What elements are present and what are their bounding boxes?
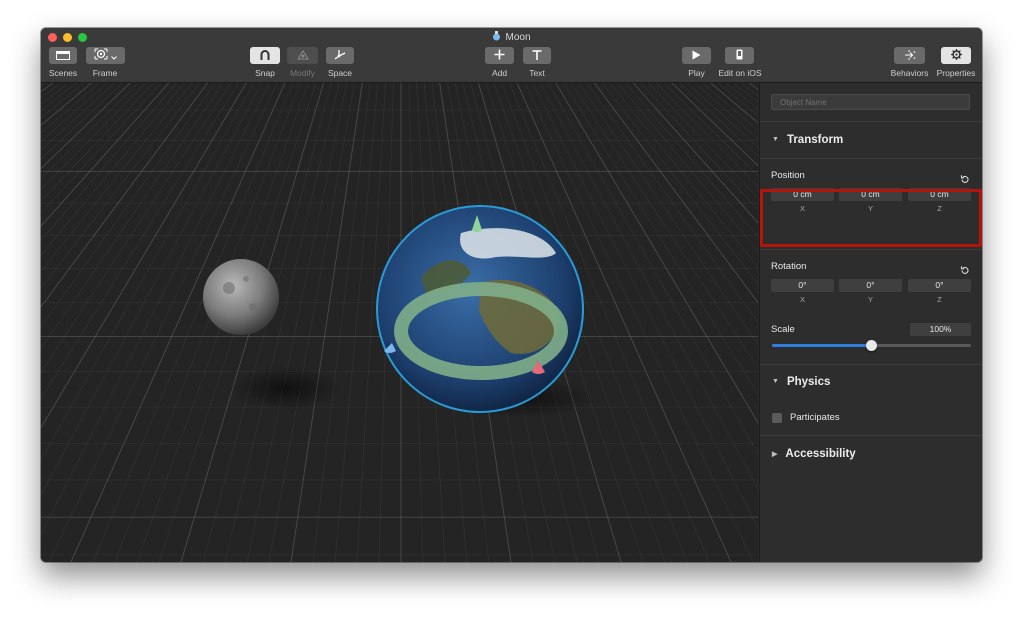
position-highlight-box: [760, 189, 982, 247]
scene-canvas[interactable]: [41, 83, 758, 562]
plus-icon: [494, 47, 505, 65]
behaviors-icon: [904, 47, 916, 65]
rotation-z-axis-label: Z: [937, 295, 942, 304]
window-title-text: Moon: [505, 32, 531, 44]
play-icon: [692, 47, 701, 65]
sidebar-icon: [56, 47, 70, 65]
divider: [760, 435, 982, 436]
divider: [760, 249, 982, 250]
scale-slider-fill: [772, 344, 872, 347]
play-label: Play: [688, 68, 705, 78]
text-icon: [532, 47, 542, 65]
moon-shadow: [231, 366, 341, 410]
scale-slider-knob[interactable]: [866, 340, 877, 351]
position-label: Position: [771, 170, 805, 181]
modify-button[interactable]: [287, 47, 318, 64]
behaviors-button[interactable]: [894, 47, 925, 64]
modify-icon: [296, 47, 309, 65]
rotation-y-field[interactable]: 0°: [839, 279, 902, 292]
transform-title: Transform: [786, 134, 844, 146]
moon-sphere[interactable]: [203, 259, 279, 335]
magnet-icon: [260, 47, 270, 65]
moon-crater: [223, 282, 235, 294]
rotation-y-axis-label: Y: [867, 295, 873, 304]
physics-section-header[interactable]: ▼ Physics: [772, 376, 830, 388]
add-label: Add: [491, 68, 508, 78]
scenes-button[interactable]: [49, 47, 77, 64]
object-name-input[interactable]: Object Name: [771, 94, 970, 110]
play-button[interactable]: [682, 47, 711, 64]
axes-icon: [334, 47, 346, 65]
rotation-z-field[interactable]: 0°: [908, 279, 971, 292]
snap-button[interactable]: [250, 47, 280, 64]
moon-crater: [249, 303, 257, 311]
rotation-x-axis-label: X: [799, 295, 805, 304]
space-label: Space: [327, 68, 353, 78]
grid-line: [158, 83, 317, 562]
reality-file-icon: [492, 31, 501, 44]
transform-section-header[interactable]: ▼ Transform: [772, 134, 843, 146]
accessibility-section-header[interactable]: ▶ Accessibility: [772, 448, 856, 460]
participates-label: Participates: [790, 412, 840, 423]
gear-icon: [950, 47, 962, 65]
scale-slider[interactable]: [772, 340, 971, 351]
frame-icon: [94, 47, 108, 65]
scale-label: Scale: [771, 324, 795, 335]
properties-button[interactable]: [941, 47, 971, 64]
toolbar: Moon Scenes Frame Snap Modify Space Add …: [41, 28, 982, 83]
add-button[interactable]: [485, 47, 514, 64]
rotation-label: Rotation: [771, 261, 807, 272]
scenes-label: Scenes: [48, 68, 78, 78]
chevron-down-icon: [111, 47, 117, 65]
disclosure-triangle-down-icon: ▼: [772, 136, 779, 144]
divider: [760, 364, 982, 365]
accessibility-title: Accessibility: [785, 448, 856, 460]
properties-label: Properties: [936, 68, 976, 78]
scale-field[interactable]: 100%: [910, 323, 971, 336]
disclosure-triangle-down-icon: ▼: [772, 378, 779, 386]
space-button[interactable]: [326, 47, 354, 64]
frame-label: Frame: [92, 68, 118, 78]
text-button[interactable]: [523, 47, 551, 64]
earth-model[interactable]: [376, 205, 596, 418]
rotation-x-field[interactable]: 0°: [771, 279, 834, 292]
snap-label: Snap: [255, 68, 275, 78]
scene-viewport[interactable]: [41, 83, 758, 562]
edit-on-ios-label: Edit on iOS: [718, 68, 762, 78]
frame-button[interactable]: [86, 47, 125, 64]
moon-model[interactable]: [203, 259, 341, 410]
participates-checkbox[interactable]: [772, 413, 782, 423]
ios-device-icon: [736, 47, 743, 65]
properties-inspector: Object Name ▼ Transform Position 0 cm 0 c…: [759, 83, 982, 562]
modify-label: Modify: [289, 68, 316, 78]
divider: [760, 158, 982, 159]
window-title: Moon: [41, 31, 982, 44]
divider: [760, 121, 982, 122]
moon-crater: [243, 276, 249, 282]
text-label: Text: [529, 68, 545, 78]
reset-position-icon[interactable]: [960, 171, 970, 183]
app-window: Moon Scenes Frame Snap Modify Space Add …: [41, 28, 982, 562]
edit-on-ios-button[interactable]: [725, 47, 754, 64]
physics-title: Physics: [786, 376, 831, 388]
behaviors-label: Behaviors: [890, 68, 929, 78]
reset-rotation-icon[interactable]: [960, 262, 970, 274]
disclosure-triangle-right-icon: ▶: [772, 450, 778, 458]
